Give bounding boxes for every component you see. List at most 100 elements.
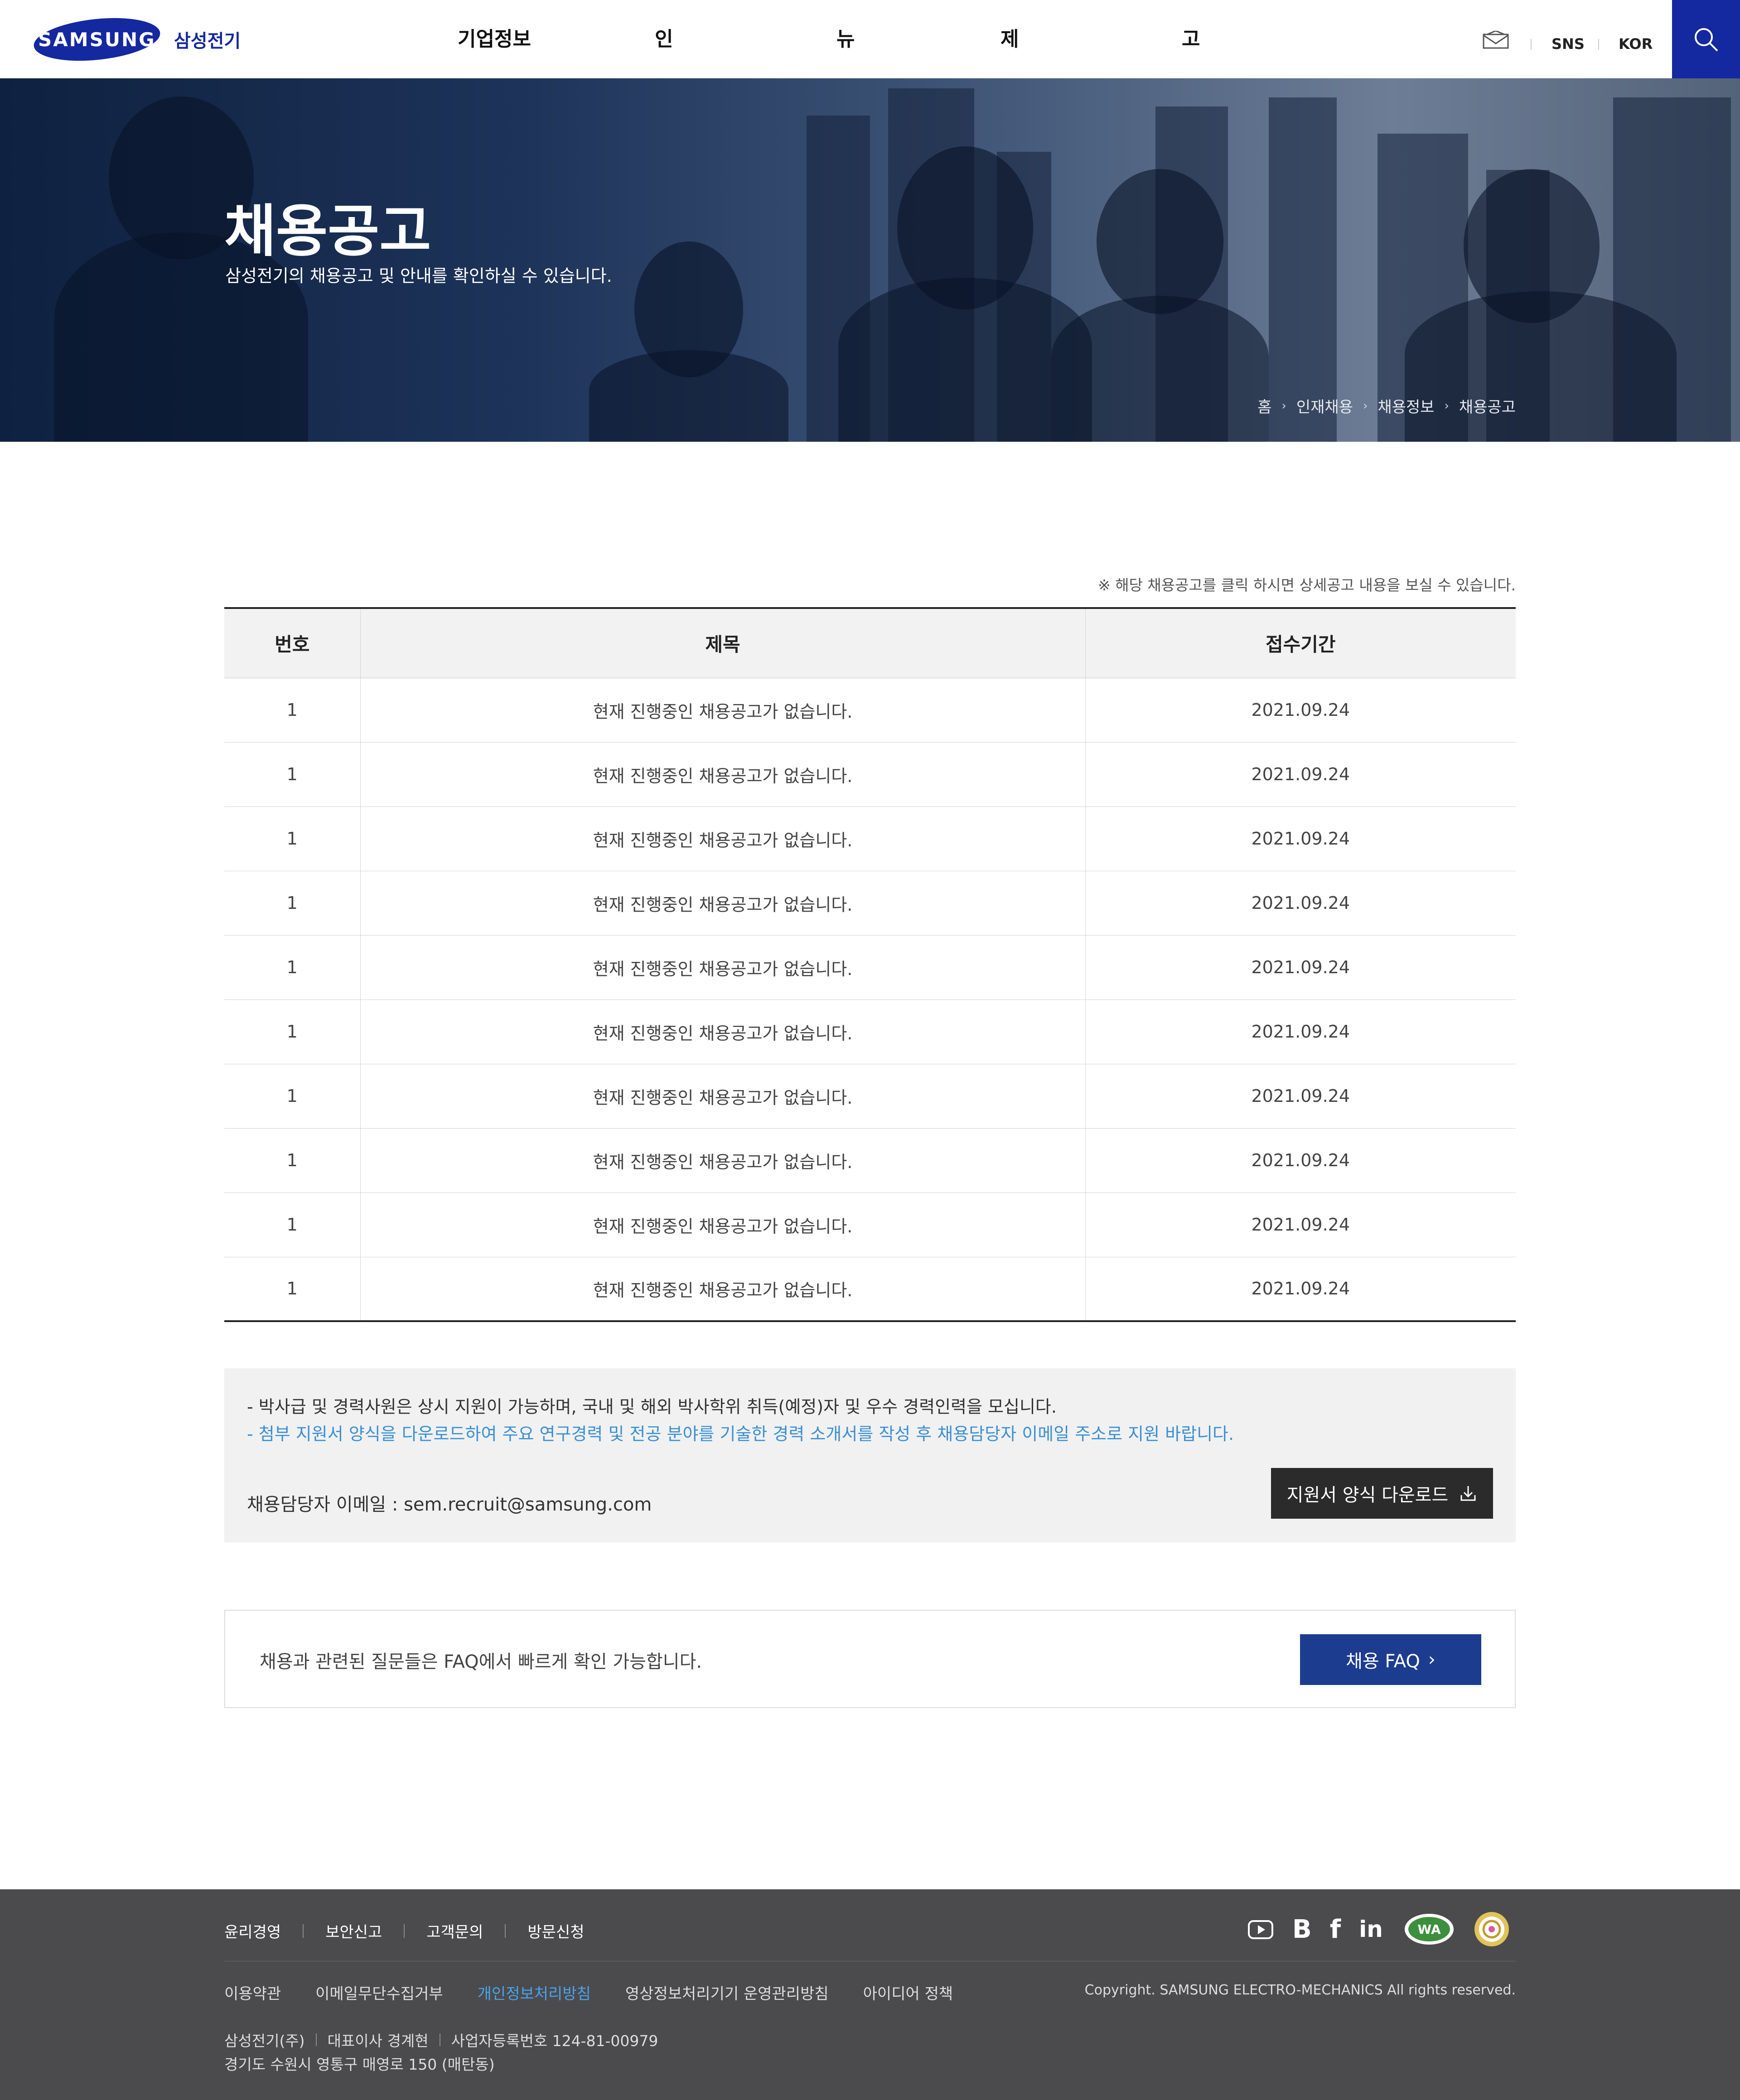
samsung-logo-mark: SAMSUNG bbox=[32, 12, 162, 67]
certification-badge-icon[interactable] bbox=[1474, 1911, 1510, 1947]
envelope-icon[interactable] bbox=[1483, 30, 1509, 49]
table-row[interactable]: 1 현재 진행중인 채용공고가 없습니다. 2021.09.24 bbox=[224, 1064, 1516, 1129]
row-title[interactable]: 현재 진행중인 채용공고가 없습니다. bbox=[360, 871, 1086, 936]
language-selector[interactable]: KOR bbox=[1619, 35, 1653, 53]
row-number: 1 bbox=[224, 871, 361, 936]
table-row[interactable]: 1 현재 진행중인 채용공고가 없습니다. 2021.09.24 bbox=[224, 935, 1516, 1000]
footer-sns: B f in WA bbox=[1247, 1911, 1510, 1947]
nav-item-company[interactable]: 기업정보 bbox=[458, 0, 531, 78]
policy-terms[interactable]: 이용약관 bbox=[224, 1981, 281, 2003]
row-period: 2021.09.24 bbox=[1085, 678, 1516, 743]
row-period: 2021.09.24 bbox=[1251, 1279, 1350, 1299]
job-posting-table: 번호 제목 접수기간 1 현재 진행중인 채용공고가 없습니다. 2021.09.2… bbox=[224, 607, 1516, 1322]
column-header-number: 번호 bbox=[224, 608, 361, 678]
page-title: 채용공고 bbox=[224, 199, 431, 264]
row-number: 1 bbox=[224, 1064, 361, 1129]
sns-link[interactable]: SNS bbox=[1552, 35, 1585, 53]
company-name: 삼성전기(주) bbox=[224, 2032, 305, 2050]
row-title[interactable]: 현재 진행중인 채용공고가 없습니다. bbox=[360, 1128, 1086, 1193]
logo-subtitle: 삼성전기 bbox=[174, 31, 241, 52]
row-period: 2021.09.24 bbox=[1085, 742, 1516, 807]
row-number: 1 bbox=[224, 742, 361, 807]
row-title[interactable]: 현재 진행중인 채용공고가 없습니다. bbox=[360, 1257, 1086, 1321]
samsung-logo[interactable]: SAMSUNG 삼성전기 bbox=[32, 12, 241, 67]
footer-policy-links: 이용약관 이메일무단수집거부 개인정보처리방침 영상정보처리기기 운영관리방침 … bbox=[224, 1981, 953, 2003]
table-row[interactable]: 1 현재 진행중인 채용공고가 없습니다. 2021.09.24 bbox=[224, 742, 1516, 807]
row-number: 1 bbox=[224, 999, 361, 1064]
footer-divider bbox=[404, 1924, 405, 1938]
site-footer: 윤리경영 보안신고 고객문의 방문신청 B f in WA 이용약관 이메일무단… bbox=[0, 1889, 1740, 2100]
hero-banner: 채용공고 삼성전기의 채용공고 및 안내를 확인하실 수 있습니다. 홈 › 인… bbox=[0, 78, 1740, 442]
application-info-box: - 박사급 및 경력사원은 상시 지원이 가능하며, 국내 및 해외 박사학위 … bbox=[224, 1368, 1516, 1542]
row-title[interactable]: 현재 진행중인 채용공고가 없습니다. bbox=[360, 999, 1086, 1064]
row-period: 2021.09.24 bbox=[1085, 806, 1516, 871]
footer-divider bbox=[303, 1924, 304, 1938]
row-title[interactable]: 현재 진행중인 채용공고가 없습니다. bbox=[360, 742, 1086, 807]
table-row[interactable]: 1 현재 진행중인 채용공고가 없습니다. 2021.09.24 bbox=[224, 1257, 1516, 1321]
company-address: 경기도 수원시 영통구 매영로 150 (매탄동) bbox=[224, 2056, 495, 2073]
company-registration: 사업자등록번호 124-81-00979 bbox=[451, 2032, 658, 2050]
main-nav: 기업정보 인재채용 뉴스룸 제품정보 고객지원 bbox=[458, 0, 1200, 314]
page-subtitle: 삼성전기의 채용공고 및 안내를 확인하실 수 있습니다. bbox=[225, 266, 612, 286]
recruit-faq-button[interactable]: 채용 FAQ › bbox=[1300, 1634, 1481, 1685]
download-button-label: 지원서 양식 다운로드 bbox=[1286, 1485, 1449, 1506]
policy-idea[interactable]: 아이디어 정책 bbox=[863, 1981, 953, 2003]
faq-button-label: 채용 FAQ bbox=[1346, 1651, 1420, 1672]
footer-links: 윤리경영 보안신고 고객문의 방문신청 bbox=[224, 1920, 585, 1942]
table-row[interactable]: 1 현재 진행중인 채용공고가 없습니다. 2021.09.24 bbox=[224, 806, 1516, 871]
row-number: 1 bbox=[224, 1192, 361, 1257]
row-period: 2021.09.24 bbox=[1085, 1192, 1516, 1257]
row-title[interactable]: 현재 진행중인 채용공고가 없습니다. bbox=[360, 1192, 1086, 1257]
table-row[interactable]: 1 현재 진행중인 채용공고가 없습니다. 2021.09.24 bbox=[224, 871, 1516, 936]
row-title[interactable]: 현재 진행중인 채용공고가 없습니다. bbox=[360, 935, 1086, 1000]
table-row[interactable]: 1 현재 진행중인 채용공고가 없습니다. 2021.09.24 bbox=[224, 1128, 1516, 1193]
download-application-button[interactable]: 지원서 양식 다운로드 bbox=[1271, 1468, 1493, 1519]
recruiter-email: 채용담당자 이메일 : sem.recruit@samsung.com bbox=[247, 1494, 652, 1515]
breadcrumb: 홈 › 인재채용 › 채용정보 › 채용공고 bbox=[1257, 395, 1516, 417]
row-title[interactable]: 현재 진행중인 채용공고가 없습니다. bbox=[360, 806, 1086, 871]
breadcrumb-item-home[interactable]: 홈 bbox=[1257, 395, 1271, 417]
company-ceo: 대표이사 경계현 bbox=[327, 2032, 429, 2050]
policy-cctv[interactable]: 영상정보처리기기 운영관리방침 bbox=[625, 1981, 829, 2003]
table-row[interactable]: 1 현재 진행중인 채용공고가 없습니다. 2021.09.24 bbox=[224, 999, 1516, 1064]
info-text-instructions: - 첨부 지원서 양식을 다운로드하여 주요 연구경력 및 전공 분야를 기술한… bbox=[247, 1424, 1234, 1444]
table-row[interactable]: 1 현재 진행중인 채용공고가 없습니다. 2021.09.24 bbox=[224, 1192, 1516, 1257]
table-row[interactable]: 1 현재 진행중인 채용공고가 없습니다. 2021.09.24 bbox=[224, 678, 1516, 743]
row-title[interactable]: 현재 진행중인 채용공고가 없습니다. bbox=[360, 678, 1086, 743]
row-period: 2021.09.24 bbox=[1085, 935, 1516, 1000]
util-divider bbox=[1531, 39, 1532, 50]
footer-link-security-report[interactable]: 보안신고 bbox=[325, 1920, 382, 1942]
row-period: 2021.09.24 bbox=[1085, 1064, 1516, 1129]
facebook-icon[interactable]: f bbox=[1330, 1915, 1341, 1944]
search-icon bbox=[1695, 28, 1718, 51]
svg-text:WA: WA bbox=[1417, 1922, 1441, 1937]
footer-divider bbox=[505, 1924, 506, 1938]
footer-link-customer-inquiry[interactable]: 고객문의 bbox=[426, 1920, 483, 1942]
row-title[interactable]: 현재 진행중인 채용공고가 없습니다. bbox=[360, 1064, 1086, 1129]
search-button[interactable] bbox=[1672, 0, 1740, 78]
row-number: 1 bbox=[224, 1128, 361, 1193]
breadcrumb-item-recruit-info[interactable]: 채용정보 bbox=[1378, 395, 1434, 417]
row-number: 1 bbox=[224, 806, 361, 871]
wa-badge-icon[interactable]: WA bbox=[1403, 1912, 1455, 1946]
blog-icon[interactable]: B bbox=[1292, 1915, 1312, 1944]
footer-link-ethics[interactable]: 윤리경영 bbox=[224, 1920, 281, 1942]
footer-divider bbox=[315, 2033, 317, 2046]
download-icon bbox=[1460, 1486, 1476, 1501]
footer-link-visit-request[interactable]: 방문신청 bbox=[527, 1920, 584, 1942]
copyright: Copyright. SAMSUNG ELECTRO-MECHANICS All… bbox=[1084, 1982, 1516, 1998]
board-notice: ※ 해당 채용공고를 클릭 하시면 상세공고 내용을 보실 수 있습니다. bbox=[1098, 576, 1516, 594]
breadcrumb-item-careers[interactable]: 인재채용 bbox=[1296, 395, 1353, 417]
table-header-row: 번호 제목 접수기간 bbox=[224, 608, 1516, 678]
faq-description: 채용과 관련된 질문들은 FAQ에서 빠르게 확인 가능합니다. bbox=[260, 1651, 702, 1672]
policy-email-refusal[interactable]: 이메일무단수집거부 bbox=[315, 1981, 443, 2003]
policy-privacy[interactable]: 개인정보처리방침 bbox=[478, 1981, 591, 2003]
breadcrumb-item-current: 채용공고 bbox=[1459, 398, 1516, 416]
chevron-right-icon: › bbox=[1444, 399, 1449, 413]
row-number: 1 bbox=[224, 1257, 361, 1321]
util-divider bbox=[1598, 39, 1599, 50]
column-header-title: 제목 bbox=[360, 608, 1086, 678]
linkedin-icon[interactable]: in bbox=[1359, 1916, 1383, 1942]
logo-text: SAMSUNG bbox=[38, 28, 156, 51]
youtube-icon[interactable] bbox=[1247, 1917, 1274, 1941]
